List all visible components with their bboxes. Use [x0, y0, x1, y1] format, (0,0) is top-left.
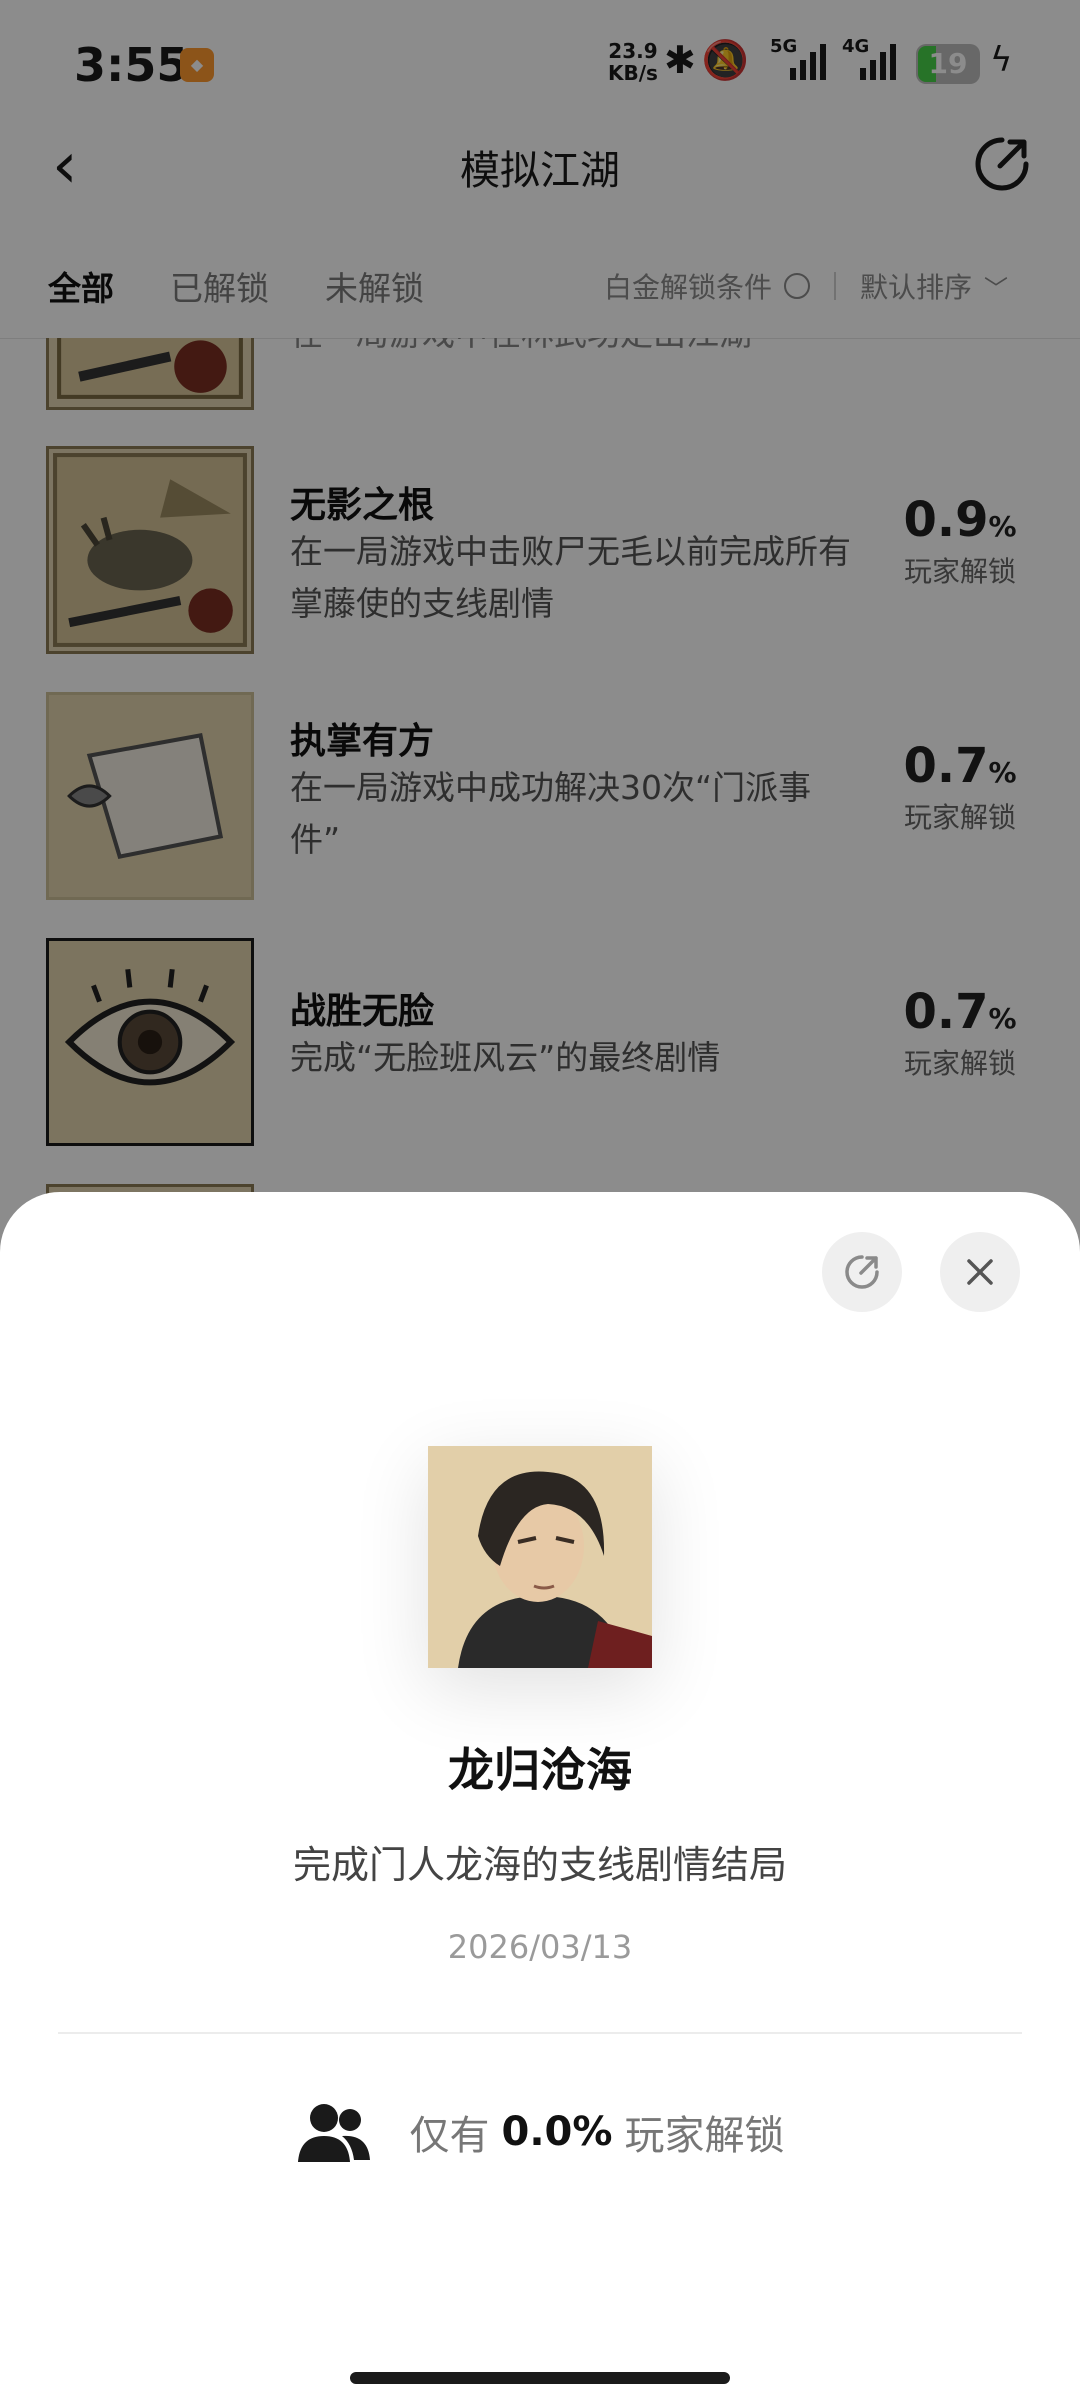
- home-indicator[interactable]: [350, 2372, 730, 2384]
- achievement-description: 完成门人龙海的支线剧情结局: [292, 1843, 787, 1887]
- rate-value: 0.0%: [501, 2109, 613, 2155]
- unlock-date: 2026/03/13: [447, 1928, 633, 1966]
- sheet-divider: [58, 2032, 1022, 2034]
- rate-suffix: 玩家解锁: [624, 2113, 785, 2159]
- achievement-page: 3:55 ◆ 23.9 KB/s ✱🔕 5G 4G 19 ϟ ‹ 模拟江湖 全部…: [0, 0, 1080, 2403]
- achievement-title: 龙归沧海: [448, 1743, 632, 1797]
- share-button[interactable]: [822, 1232, 902, 1312]
- users-icon: [297, 2104, 370, 2162]
- unlock-rate-summary: 仅有 0.0% 玩家解锁: [0, 2100, 1080, 2164]
- achievement-portrait-icon: [428, 1446, 652, 1668]
- close-icon: [967, 1259, 993, 1285]
- close-button[interactable]: [940, 1232, 1020, 1312]
- rate-prefix: 仅有: [409, 2113, 490, 2159]
- share-icon: [845, 1255, 879, 1289]
